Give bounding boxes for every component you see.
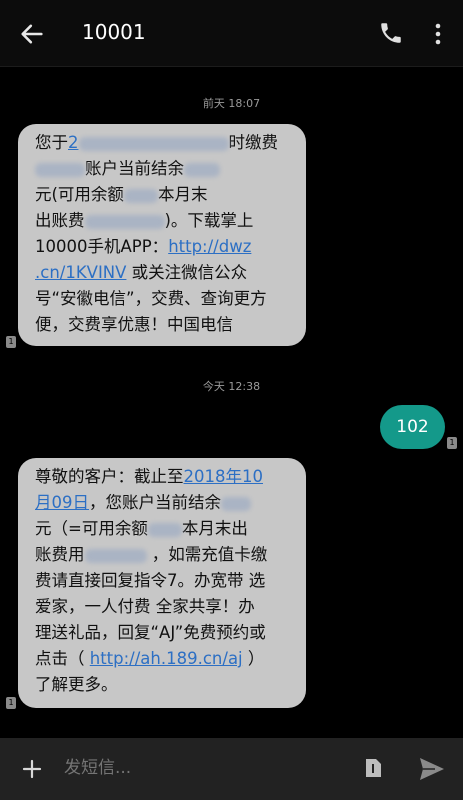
message-link[interactable]: 2018年10 [184, 467, 264, 486]
message-input[interactable] [64, 758, 344, 778]
redacted-text [84, 548, 147, 563]
message-link[interactable]: .cn/1KVINV [35, 263, 126, 282]
outgoing-message-bubble[interactable]: 102 [380, 405, 445, 449]
message-text: 元（=可用余额 [35, 519, 148, 538]
message-text: ） [242, 649, 265, 668]
message-text: 点击（ [35, 649, 90, 668]
sim-card-icon: 1 [6, 336, 16, 348]
message-text: 您于 [35, 133, 68, 152]
send-icon[interactable] [418, 756, 446, 782]
message-text: )。下载掌上 [164, 211, 254, 230]
redacted-text [123, 188, 158, 203]
message-text: 账费用 [35, 545, 85, 564]
message-timestamp: 今天 12:38 [202, 380, 261, 393]
message-text: 费请直接回复指令7。办宽带 选 [35, 571, 266, 590]
message-timestamp: 前天 18:07 [202, 97, 261, 110]
redacted-text [35, 162, 85, 177]
incoming-message-bubble[interactable]: 您于2 时缴费 账户当前结余 元(可用余额 本月末 出账费 )。下载掌上 10000手… [18, 124, 306, 346]
phone-icon[interactable] [378, 20, 404, 46]
message-text: 尊敬的客户：截止至 [35, 467, 184, 486]
redacted-text [221, 496, 251, 511]
redacted-text [184, 162, 220, 177]
message-text: 账户当前结余 [85, 159, 184, 178]
message-text: 了解更多。 [35, 675, 118, 694]
message-link[interactable]: http://dwz [168, 237, 251, 256]
sim-card-icon: 1 [447, 437, 457, 449]
message-text: 出账费 [35, 211, 85, 230]
message-text: 或关注微信公众 [126, 263, 248, 282]
message-text: 爱家，一人付费 全家共享！办 [35, 597, 255, 616]
message-text: 10000手机APP： [35, 237, 169, 256]
sim-card-icon[interactable] [362, 757, 384, 779]
message-link[interactable]: 月09日 [35, 493, 89, 512]
conversation-title: 10001 [82, 20, 146, 44]
redacted-text [78, 136, 229, 151]
message-text: ，您账户当前结余 [89, 493, 221, 512]
message-text: 时缴费 [228, 133, 279, 152]
incoming-message-bubble[interactable]: 尊敬的客户：截止至2018年10 月09日，您账户当前结余 元（=可用余额 本月末… [18, 458, 306, 708]
redacted-text [147, 522, 182, 537]
message-link[interactable]: 2 [68, 133, 79, 152]
message-text: 元(可用余额 [35, 185, 124, 204]
more-vertical-icon[interactable] [428, 20, 448, 48]
sim-card-icon: 1 [6, 697, 16, 709]
message-text: 便，交费享优惠！中国电信 [35, 315, 233, 334]
message-link[interactable]: http://ah.189.cn/aj [90, 649, 243, 668]
message-text: 本月末出 [181, 519, 248, 538]
message-text: 理送礼品，回复“AJ”免费预约或 [35, 623, 266, 642]
message-text: ，如需充值卡缴 [146, 545, 268, 564]
message-text: 号“安徽电信”，交费、查询更方 [35, 289, 267, 308]
redacted-text [84, 214, 165, 229]
message-text: 本月末 [157, 185, 208, 204]
arrow-left-icon[interactable] [18, 20, 46, 48]
plus-icon[interactable] [20, 757, 44, 781]
